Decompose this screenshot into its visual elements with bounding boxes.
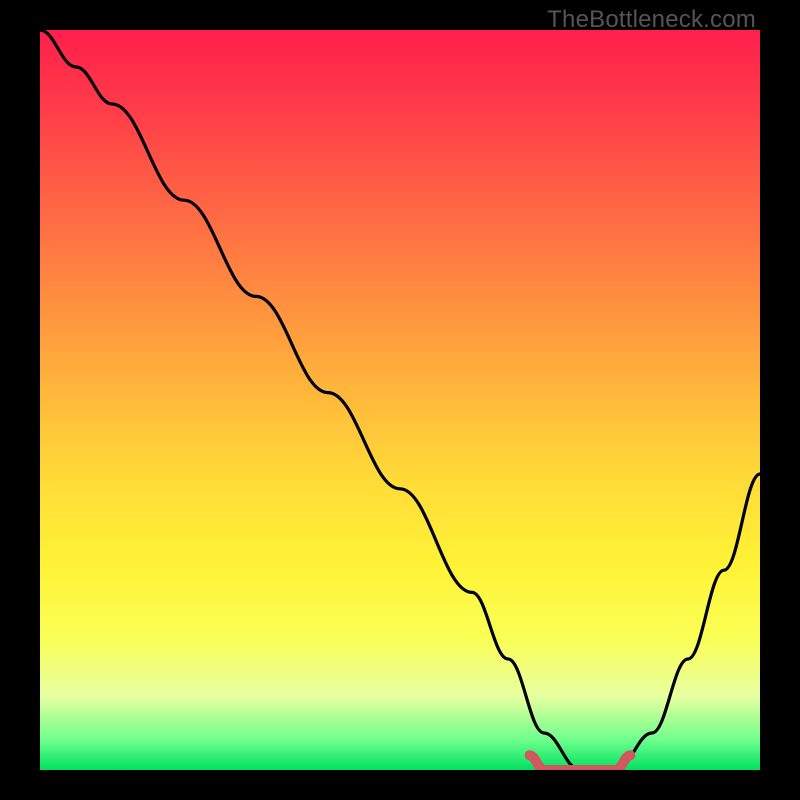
watermark-text: TheBottleneck.com [547, 6, 756, 34]
chart-frame: TheBottleneck.com [0, 0, 800, 800]
optimal-region [530, 755, 631, 770]
chart-svg [40, 30, 760, 770]
plot-area [40, 30, 760, 770]
bottleneck-curve [40, 30, 760, 770]
